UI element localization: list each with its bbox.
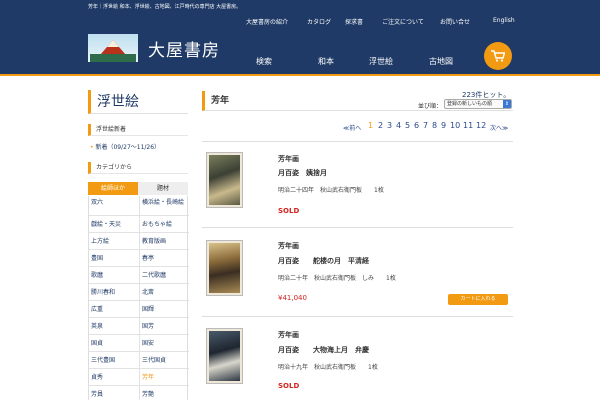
tab-subjects[interactable]: 題材 — [138, 182, 188, 195]
item-price: ¥41,040 — [278, 294, 307, 302]
item-artist: 芳年画 — [278, 155, 299, 163]
pager-page-10[interactable]: 10 — [450, 121, 460, 130]
divider — [202, 141, 513, 142]
artist-list: 双六 横浜絵・長崎絵 戯絵・天災 おもちゃ絵 上方絵 教育版画 豊国 春亭 歌麿 二代歌麿 勝川春和… — [88, 196, 189, 400]
sidebar-artist-link[interactable]: おもちゃ絵 — [139, 216, 189, 233]
sidebar-artist-link[interactable]: 国輝 — [139, 301, 189, 318]
item-thumbnail[interactable] — [206, 152, 243, 208]
divider — [202, 227, 513, 228]
sidebar-artist-link[interactable]: 芳艶 — [139, 386, 189, 400]
sidebar-artist-link[interactable]: 三代国貞 — [139, 352, 189, 369]
sidebar-artist-link[interactable]: 教育版画 — [139, 233, 189, 250]
item-meta: 明治二十年 秋山武右衛門板 しみ 1枚 — [278, 275, 396, 282]
pager-page-7[interactable]: 7 — [423, 121, 428, 130]
topnav-about[interactable]: 大屋書房の紹介 — [246, 17, 288, 26]
sidebar-artist-link[interactable]: 英泉 — [89, 318, 139, 335]
sidebar-artist-link[interactable]: 二代歌麿 — [139, 267, 189, 284]
site-title[interactable]: 大屋書房 — [148, 36, 220, 61]
topnav-wanted[interactable]: 探求書 — [345, 17, 363, 26]
mainnav-search[interactable]: 検索 — [256, 56, 272, 67]
sidebar-artist-link[interactable]: 国安 — [139, 335, 189, 352]
sidebar-artist-link[interactable]: 芳員 — [89, 386, 139, 400]
sidebar-artist-link[interactable]: 勝川春和 — [89, 284, 139, 301]
pager-page-6[interactable]: 6 — [414, 121, 419, 130]
item-title[interactable]: 月百姿 姨捨月 — [278, 168, 327, 178]
item-thumbnail[interactable] — [206, 328, 243, 384]
tab-artists[interactable]: 絵師ほか — [88, 182, 138, 195]
sidebar-title: 浮世絵 — [88, 90, 188, 114]
hit-count-suffix: 件ヒット。 — [475, 91, 511, 99]
sidebar-artist-link[interactable]: 三代豊国 — [89, 352, 139, 369]
pager-page-12[interactable]: 12 — [476, 121, 486, 130]
sort-select-value: 登録の新しいもの順 — [447, 101, 493, 107]
sidebar-artist-link[interactable]: 豊国 — [89, 250, 139, 267]
item-status-sold: SOLD — [278, 207, 300, 215]
sidebar-artist-link[interactable]: 歌麿 — [89, 267, 139, 284]
mainnav-wahon[interactable]: 和本 — [318, 56, 334, 67]
sidebar-artist-link[interactable]: 横浜絵・長崎絵 — [139, 196, 189, 216]
hit-count-number: 223 — [462, 91, 476, 99]
sidebar-artist-link[interactable]: 上方絵 — [89, 233, 139, 250]
cart-icon — [491, 50, 505, 62]
mainnav-ukiyoe[interactable]: 浮世絵 — [369, 56, 393, 67]
item-artist: 芳年画 — [278, 242, 299, 250]
pager-page-9[interactable]: 9 — [441, 121, 446, 130]
pager-next[interactable]: 次へ≫ — [490, 123, 508, 132]
sidebar-artist-link[interactable]: 北斎 — [139, 284, 189, 301]
topnav-ordering[interactable]: ご注文について — [382, 17, 424, 26]
divider — [202, 316, 513, 317]
category-tabs: 絵師ほか 題材 — [88, 182, 188, 195]
item-artist: 芳年画 — [278, 331, 299, 339]
pager-current: 1 — [368, 121, 374, 130]
logo-fuji-icon[interactable] — [88, 34, 138, 62]
sidebar-artist-link[interactable]: 国芳 — [139, 318, 189, 335]
pager-page-8[interactable]: 8 — [432, 121, 437, 130]
site-header: 芳年｜浮世絵 和本、浮世絵、古地図、江戸時代の専門店 大屋書房。 大屋書房 大屋… — [0, 0, 600, 74]
sidebar-artist-link[interactable]: 貞秀 — [89, 369, 139, 386]
mainnav-maps[interactable]: 古地図 — [429, 56, 453, 67]
sidebar-new-link[interactable]: • 新着（09/27〜11/26） — [90, 142, 160, 151]
item-meta: 明治二十四年 秋山武右衛門板 1枚 — [278, 187, 384, 194]
sort-label: 並び順： — [418, 103, 443, 110]
sidebar-new-heading[interactable]: 浮世絵新着 — [88, 124, 188, 136]
sidebar-artist-link[interactable]: 春亭 — [139, 250, 189, 267]
topnav-catalog[interactable]: カタログ — [307, 17, 331, 26]
item-thumbnail[interactable] — [206, 240, 243, 296]
item-title[interactable]: 月百姿 舵楼の月 平清経 — [278, 256, 369, 266]
bullet-icon: • — [90, 144, 94, 151]
pager-page-3[interactable]: 3 — [387, 121, 392, 130]
sidebar-artist-link[interactable]: 戯絵・天災 — [89, 216, 139, 233]
topnav-english[interactable]: English — [493, 17, 515, 24]
item-status-sold: SOLD — [278, 382, 300, 390]
header-tagline: 芳年｜浮世絵 和本、浮世絵、古地図、江戸時代の専門店 大屋書房。 — [88, 4, 242, 10]
select-arrow-icon: ⇕ — [503, 100, 511, 108]
sidebar-artist-link[interactable]: 芳年 — [139, 369, 189, 386]
sidebar-category-heading: カテゴリから — [88, 162, 188, 174]
sidebar-artist-link[interactable]: 双六 — [89, 196, 139, 216]
add-to-cart-button[interactable]: カートに入れる — [448, 294, 508, 305]
topnav-contact[interactable]: お問い合せ — [440, 17, 470, 26]
pager-page-2[interactable]: 2 — [378, 121, 383, 130]
sidebar-new-link-label[interactable]: 新着（09/27〜11/26） — [95, 144, 160, 151]
cart-button[interactable] — [484, 42, 512, 70]
sidebar-artist-link[interactable]: 国貞 — [89, 335, 139, 352]
pager-page-11[interactable]: 11 — [463, 121, 473, 130]
header-accent-line — [0, 74, 600, 76]
pager-page-4[interactable]: 4 — [396, 121, 401, 130]
sidebar-artist-link[interactable]: 広重 — [89, 301, 139, 318]
item-title[interactable]: 月百姿 大物海上月 弁慶 — [278, 345, 369, 355]
pager-prev[interactable]: ≪前へ — [343, 123, 361, 132]
sort-select[interactable]: 登録の新しいもの順 ⇕ — [444, 99, 512, 109]
pager-page-5[interactable]: 5 — [405, 121, 410, 130]
item-meta: 明治十九年 秋山武右衛門板 1枚 — [278, 364, 378, 371]
